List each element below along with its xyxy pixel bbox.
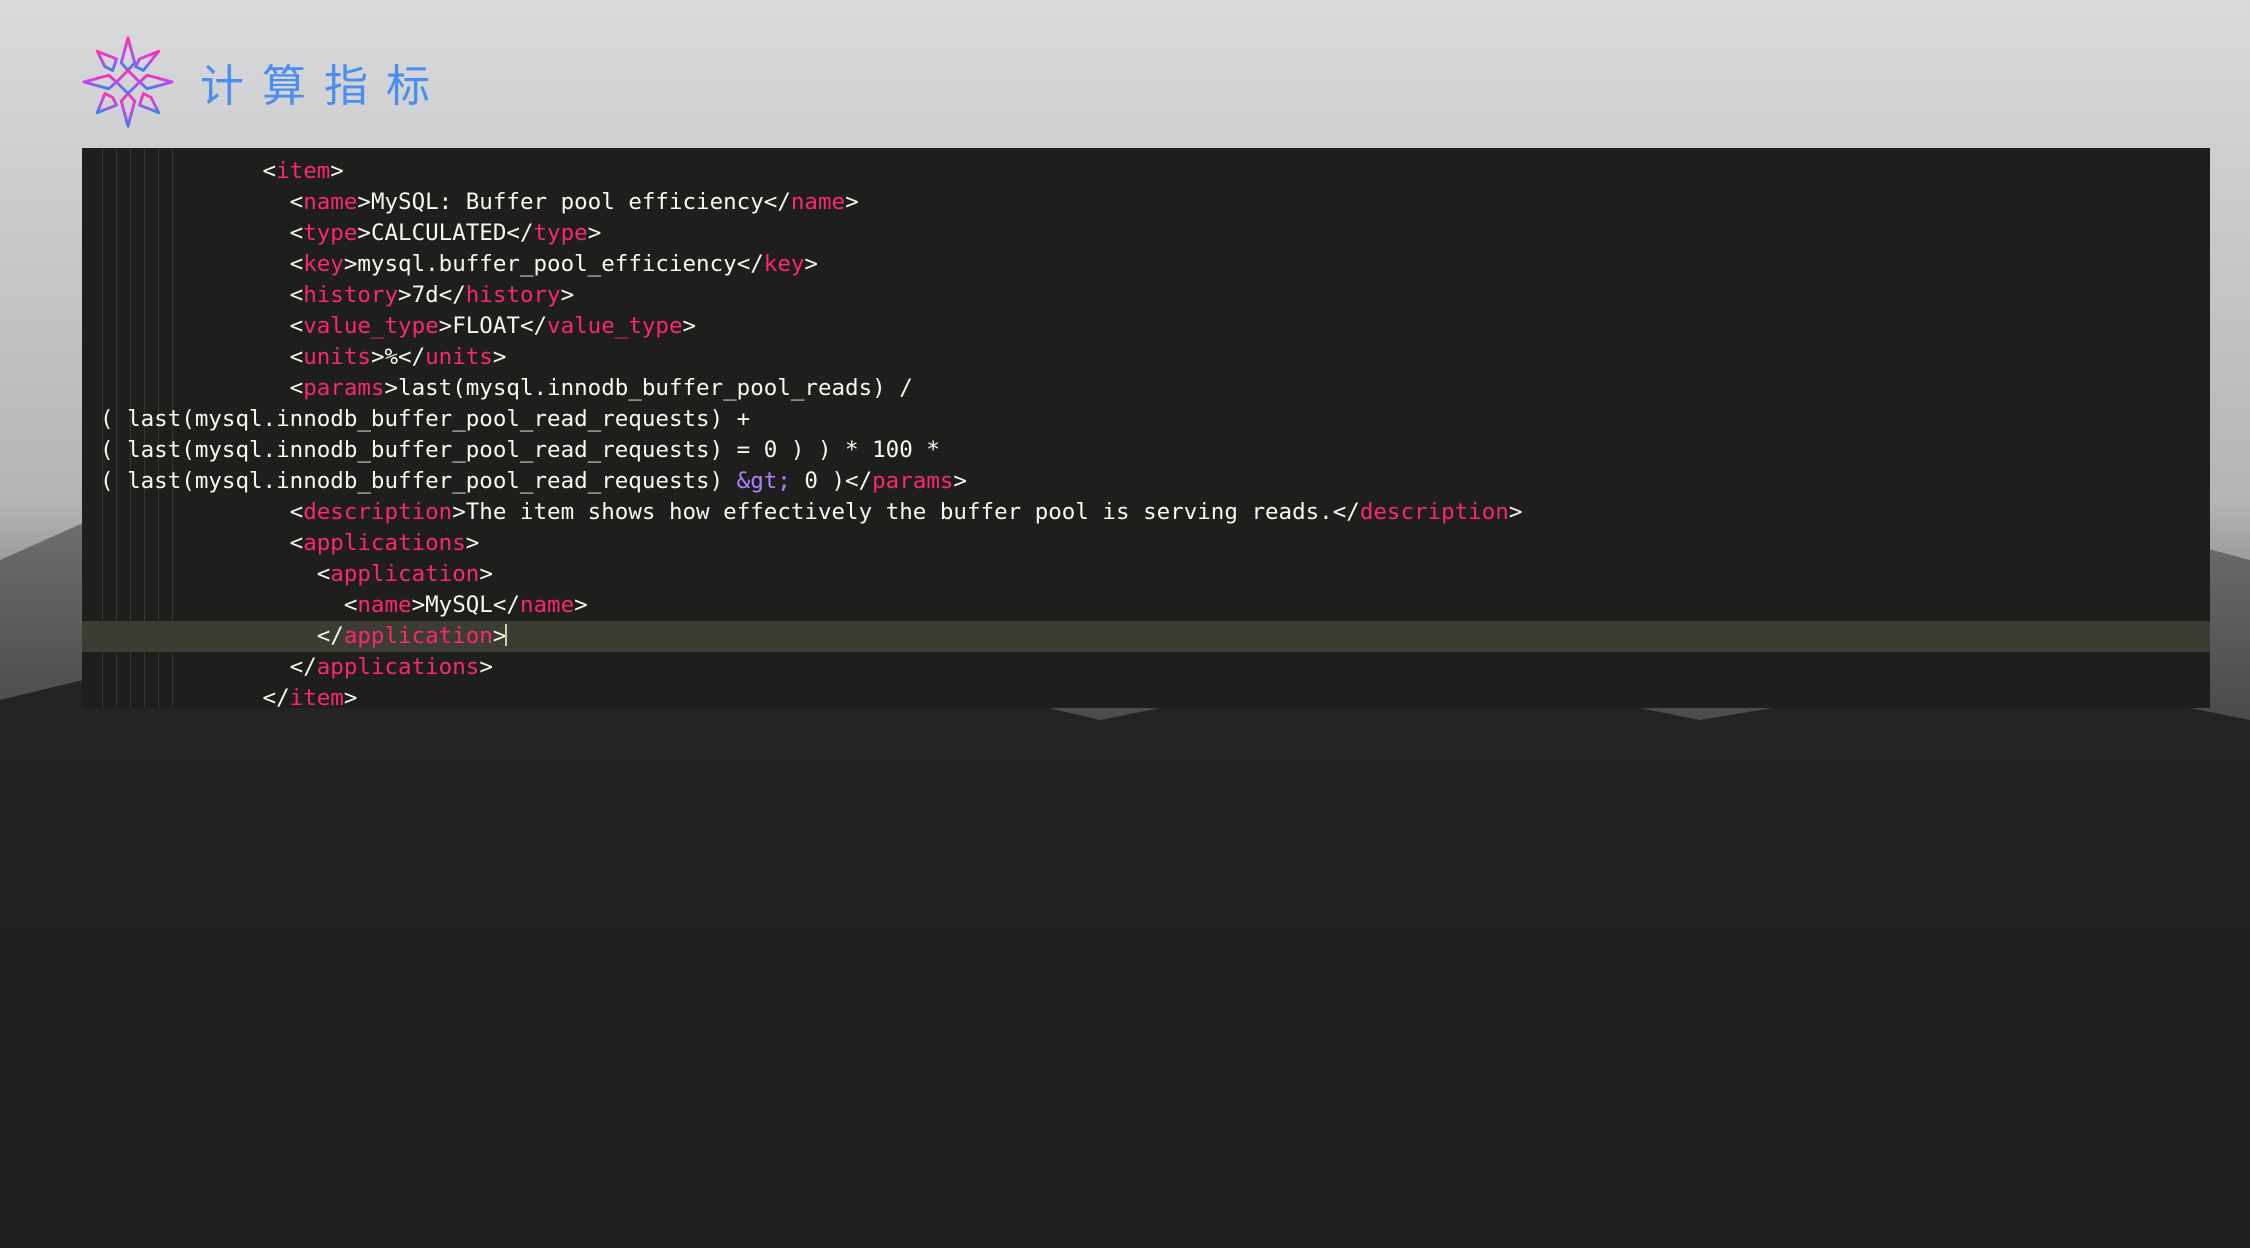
code-line: <key>mysql.buffer_pool_efficiency</key> <box>82 249 2210 280</box>
code-line: ( last(mysql.innodb_buffer_pool_read_req… <box>82 466 2210 497</box>
code-line: </item> <box>82 683 2210 708</box>
code-line: <units>%</units> <box>82 342 2210 373</box>
code-line: <history>7d</history> <box>82 280 2210 311</box>
slide-header: 计算指标 <box>60 34 2190 130</box>
code-line: <value_type>FLOAT</value_type> <box>82 311 2210 342</box>
slide-title: 计算指标 <box>200 50 448 114</box>
star-logo-icon <box>80 34 176 130</box>
code-line: <description>The item shows how effectiv… <box>82 497 2210 528</box>
code-line: <applications> <box>82 528 2210 559</box>
code-line: <type>CALCULATED</type> <box>82 218 2210 249</box>
code-line: ( last(mysql.innodb_buffer_pool_read_req… <box>82 435 2210 466</box>
code-line: <name>MySQL: Buffer pool efficiency</nam… <box>82 187 2210 218</box>
code-line: ( last(mysql.innodb_buffer_pool_read_req… <box>82 404 2210 435</box>
text-cursor <box>505 624 507 646</box>
slide: 计算指标 <item> <name>MySQL: Buffer pool eff… <box>0 0 2250 1248</box>
code-line-active: </application> <box>82 621 2210 652</box>
code-editor[interactable]: <item> <name>MySQL: Buffer pool efficien… <box>82 148 2210 708</box>
code-line: <application> <box>82 559 2210 590</box>
code-line: <name>MySQL</name> <box>82 590 2210 621</box>
code-line: <item> <box>82 156 2210 187</box>
code-line: <params>last(mysql.innodb_buffer_pool_re… <box>82 373 2210 404</box>
code-line: </applications> <box>82 652 2210 683</box>
